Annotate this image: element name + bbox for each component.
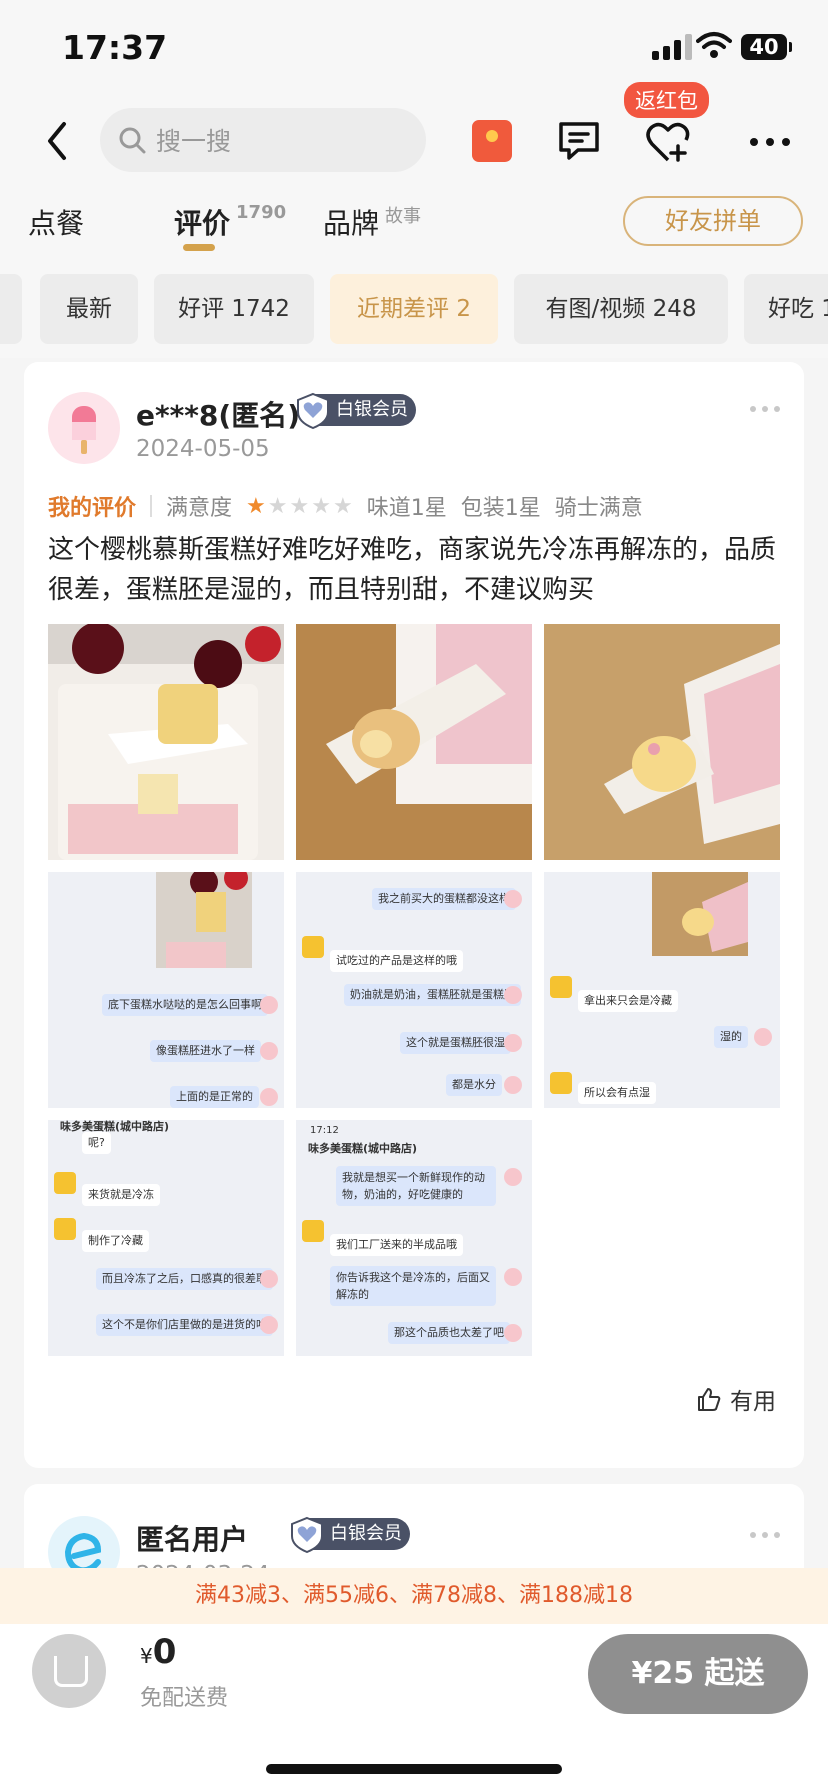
star-icon: ★ [289, 493, 310, 519]
tab-bar: 点餐 评价 1790 品牌 故事 好友拼单 [0, 190, 828, 268]
useful-label: 有用 [730, 1389, 776, 1415]
min-order-button[interactable]: ¥25 起送 [588, 1634, 808, 1714]
embedded-photo [652, 872, 748, 956]
home-indicator [266, 1764, 562, 1774]
reviewer-name: 匿名用户 [136, 1523, 249, 1556]
search-icon [119, 127, 146, 154]
tab-order[interactable]: 点餐 [28, 202, 84, 242]
cake-photo [166, 872, 248, 968]
rating-row: 我的评价 满意度 ★ ★ ★ ★ ★ 味道1星 包装1星 骑士满意 [48, 490, 643, 522]
cashback-badge: 返红包 [624, 82, 709, 118]
more-options-icon[interactable] [750, 1532, 780, 1538]
heart-shield-icon [297, 392, 329, 430]
search-placeholder: 搜一搜 [156, 127, 232, 156]
popsicle-avatar-icon [72, 406, 96, 454]
useful-button[interactable]: 有用 [696, 1382, 776, 1416]
search-input[interactable]: 搜一搜 [100, 108, 426, 172]
status-bar: 17:37 40 [0, 0, 828, 100]
review-text: 这个樱桃慕斯蛋糕好难吃好难吃，商家说先冷冻再解冻的，品质很差，蛋糕胚是湿的，而且… [48, 535, 777, 605]
packaging-rating: 包装1星 [460, 496, 541, 521]
discount-banner: 满43减3、满55减6、满78减8、满188减18 [0, 1568, 828, 1624]
cellular-signal-icon [652, 34, 692, 60]
cart-total: ¥0 [140, 1632, 177, 1672]
chat-screenshot[interactable]: 拿出来只会是冷藏 湿的 所以会有点湿 [544, 872, 780, 1108]
chat-screenshot[interactable]: 17:12 味多美蛋糕(城中路店) 我就是想买一个新鲜现作的动物，奶油的，好吃健… [296, 1120, 532, 1356]
cake-photo [296, 624, 532, 860]
heart-shield-icon [291, 1516, 323, 1554]
shopping-bag-icon[interactable] [32, 1634, 106, 1708]
satisfaction-label: 满意度 [166, 496, 233, 521]
favorite-heart-icon[interactable] [644, 120, 692, 164]
taste-rating: 味道1星 [366, 496, 447, 521]
reviewer-name: e***8(匿名) [136, 399, 300, 432]
review-photo[interactable] [296, 624, 532, 860]
filter-latest[interactable]: 最新 [40, 274, 138, 344]
member-badge: 白银会员 [297, 392, 416, 430]
filter-tasty[interactable]: 好吃 1 [744, 274, 828, 344]
member-badge: 白银会员 [291, 1516, 410, 1554]
status-time: 17:37 [62, 28, 168, 67]
embedded-photo [156, 872, 252, 968]
cart-bar: ¥0 免配送费 ¥25 起送 [0, 1624, 828, 1792]
chat-screenshot[interactable]: 味多美蛋糕(城中路店) 呢? 来货就是冷冻 制作了冷藏 而且冷冻了之后，口感真的… [48, 1120, 284, 1356]
star-icon: ★ [246, 493, 266, 519]
star-icon: ★ [267, 493, 288, 519]
delivery-fee: 免配送费 [140, 1686, 229, 1711]
back-arrow-icon[interactable] [40, 116, 76, 166]
review-photo[interactable] [48, 624, 284, 860]
cake-photo [652, 872, 748, 956]
filter-recent-negative[interactable]: 近期差评 2 [330, 274, 498, 344]
rider-rating: 骑士满意 [554, 496, 643, 521]
divider [150, 495, 153, 517]
more-icon[interactable] [750, 138, 790, 146]
thumbs-up-icon [698, 1388, 721, 1411]
top-nav: 搜一搜 返红包 [0, 82, 828, 190]
chat-screenshot[interactable]: 底下蛋糕水哒哒的是怎么回事啊 像蛋糕胚进水了一样 上面的是正常的 [48, 872, 284, 1108]
avatar [48, 392, 120, 464]
active-tab-indicator [183, 244, 215, 251]
review-filters: 最新 好评 1742 近期差评 2 有图/视频 248 好吃 1 [0, 268, 828, 358]
tab-brand[interactable]: 品牌 故事 [323, 202, 421, 242]
review-card: e***8(匿名) 白银会员 2024-05-05 我的评价 满意度 ★ ★ ★… [24, 362, 804, 1468]
review-date: 2024-05-05 [136, 436, 270, 462]
star-icon: ★ [332, 493, 353, 519]
filter-positive[interactable]: 好评 1742 [154, 274, 314, 344]
chat-screenshot[interactable]: 我之前买大的蛋糕都没这样 试吃过的产品是这样的哦 奶油就是奶油，蛋糕胚就是蛋糕胚… [296, 872, 532, 1108]
tab-reviews[interactable]: 评价 1790 [174, 202, 286, 242]
filter-chip-partial[interactable] [0, 274, 22, 344]
group-order-button[interactable]: 好友拼单 [623, 196, 803, 246]
cake-photo [48, 624, 284, 860]
red-packet-icon[interactable] [472, 120, 512, 162]
wifi-icon [696, 32, 732, 58]
more-options-icon[interactable] [750, 406, 780, 412]
my-review-label: 我的评价 [48, 496, 137, 521]
cake-photo [544, 624, 780, 860]
message-icon[interactable] [556, 118, 602, 164]
star-icon: ★ [311, 493, 331, 519]
review-photo[interactable] [544, 624, 780, 860]
star-rating: ★ ★ ★ ★ ★ [246, 494, 353, 519]
battery-icon: 40 [741, 34, 792, 60]
filter-with-media[interactable]: 有图/视频 248 [514, 274, 728, 344]
